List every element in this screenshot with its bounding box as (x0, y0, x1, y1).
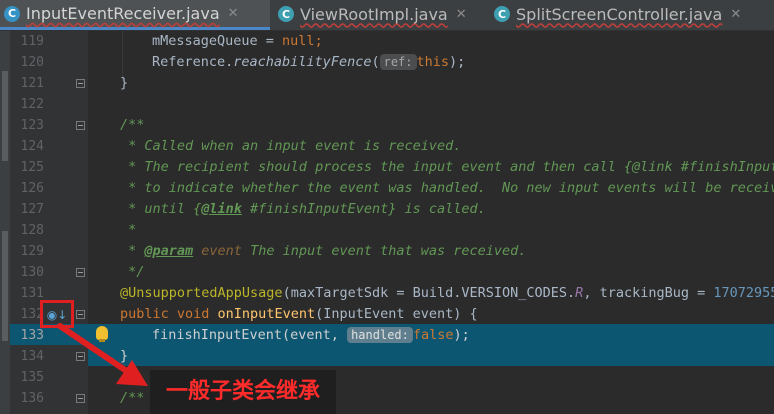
tab-view-root-impl[interactable]: C ViewRootImpl.java ✕ (274, 0, 484, 28)
line-number: 129 (20, 244, 44, 259)
fold-marker-icon[interactable] (76, 352, 85, 361)
line-number: 132 (20, 307, 44, 322)
code-line-119: mMessageQueue = null; (152, 33, 323, 49)
line-number: 131 (20, 286, 44, 301)
structure-strip[interactable] (0, 31, 10, 414)
line-number: 136 (20, 391, 44, 406)
tab-input-event-receiver[interactable]: C InputEventReceiver.java ✕ (0, 0, 270, 30)
parameter-hint: handled: (347, 327, 413, 343)
code-line-125: * The recipient should process the input… (120, 159, 774, 175)
scroll-thumb[interactable] (2, 231, 8, 341)
fold-marker-icon[interactable] (76, 310, 85, 319)
fold-marker-icon[interactable] (76, 121, 85, 130)
line-number: 121 (20, 76, 44, 91)
code-line-136: /** (120, 390, 145, 406)
tab-split-screen-controller[interactable]: C SplitScreenController.java ✕ (490, 0, 774, 28)
line-number: 130 (20, 265, 44, 280)
code-line-129: * @param event The input event that was … (120, 243, 527, 259)
code-line-131: @UnsupportedAppUsage(maxTargetSdk = Buil… (120, 285, 774, 301)
code-line-126: * to indicate whether the event was hand… (120, 180, 774, 196)
class-icon: C (278, 6, 294, 22)
code-line-120: Reference.reachabilityFence(ref: this); (152, 54, 466, 70)
class-icon: C (494, 6, 510, 22)
code-line-134: } (120, 348, 129, 364)
close-icon[interactable]: ✕ (228, 6, 239, 21)
tab-label: SplitScreenController.java (516, 4, 723, 24)
code-line-128: * (120, 222, 137, 238)
line-number: 126 (20, 181, 44, 196)
code-line-127: * until {@link #finishInputEvent} is cal… (120, 201, 486, 217)
code-line-123: /** (120, 117, 145, 133)
line-number: 127 (20, 202, 44, 217)
close-icon[interactable]: ✕ (730, 7, 741, 22)
line-number: 128 (20, 223, 44, 238)
fold-marker-icon[interactable] (76, 79, 85, 88)
lightbulb-icon[interactable] (96, 326, 108, 342)
scroll-thumb[interactable] (2, 71, 8, 161)
code-line-132: public void onInputEvent(InputEvent even… (120, 306, 478, 322)
line-number: 123 (20, 118, 44, 133)
line-number: 134 (20, 349, 44, 364)
close-icon[interactable]: ✕ (456, 7, 467, 22)
line-number: 124 (20, 139, 44, 154)
code-line-121: } (120, 75, 129, 91)
tab-label: ViewRootImpl.java (300, 4, 448, 24)
code-line-130: */ (120, 264, 145, 280)
editor-tab-bar: C InputEventReceiver.java ✕ C ViewRootIm… (0, 0, 774, 31)
line-number: 125 (20, 160, 44, 175)
line-number: 135 (20, 370, 44, 385)
parameter-hint: ref: (379, 54, 417, 70)
line-number: 119 (20, 34, 44, 49)
annotation-caption: 一般子类会继承 (150, 370, 336, 414)
line-number: 122 (20, 97, 44, 112)
fold-marker-icon[interactable] (76, 394, 85, 403)
code-line-133: finishInputEvent(event, handled: false); (152, 327, 470, 343)
code-line-124: * Called when an input event is received… (120, 138, 462, 154)
class-icon: C (4, 5, 20, 22)
line-number: 120 (20, 55, 44, 70)
fold-marker-icon[interactable] (76, 268, 85, 277)
line-number: 133 (20, 328, 44, 343)
annotation-highlight-box (40, 300, 74, 328)
tab-label: InputEventReceiver.java (26, 4, 220, 23)
